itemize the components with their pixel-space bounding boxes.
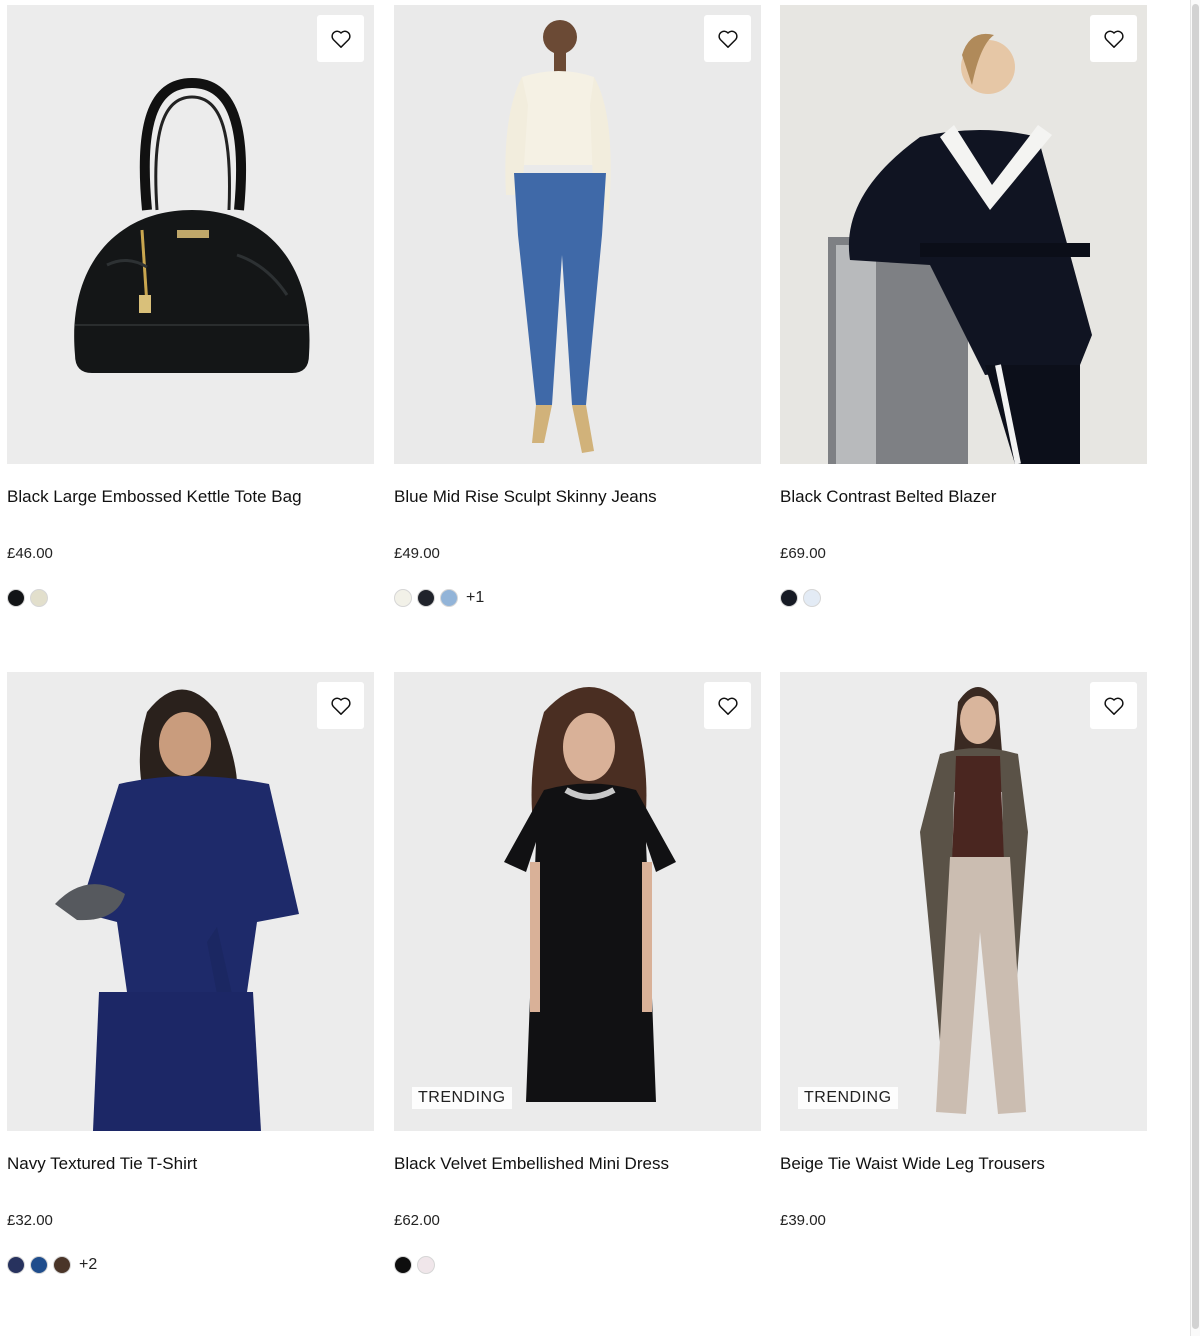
product-price: £39.00 [780,1212,826,1229]
color-swatch[interactable] [394,589,412,607]
product-title[interactable]: Black Velvet Embellished Mini Dress [394,1154,761,1174]
color-swatch[interactable] [30,1256,48,1274]
product-title[interactable]: Black Large Embossed Kettle Tote Bag [7,487,374,507]
more-colors-count[interactable]: +2 [79,1256,97,1274]
product-card[interactable]: Blue Mid Rise Sculpt Skinny Jeans £49.00… [394,5,761,607]
wishlist-button[interactable] [1090,682,1137,729]
color-swatch[interactable] [440,589,458,607]
color-swatches: +1 [394,589,484,607]
color-swatches [780,589,821,607]
product-price: £49.00 [394,545,440,562]
product-price: £62.00 [394,1212,440,1229]
product-price: £32.00 [7,1212,53,1229]
wishlist-button[interactable] [317,15,364,62]
heart-outline-icon [717,697,738,715]
page-scrollbar[interactable] [1190,0,1200,1336]
product-card[interactable]: Black Large Embossed Kettle Tote Bag £46… [7,5,374,607]
trending-badge: TRENDING [412,1087,512,1109]
product-price: £46.00 [7,545,53,562]
color-swatches [394,1256,435,1274]
color-swatches [7,589,48,607]
product-title[interactable]: Blue Mid Rise Sculpt Skinny Jeans [394,487,761,507]
more-colors-count[interactable]: +1 [466,589,484,607]
product-price: £69.00 [780,545,826,562]
wishlist-button[interactable] [1090,15,1137,62]
color-swatches: +2 [7,1256,97,1274]
color-swatch[interactable] [394,1256,412,1274]
product-photo-tote-bag[interactable] [7,5,374,464]
color-swatch[interactable] [7,589,25,607]
wishlist-button[interactable] [704,682,751,729]
color-swatch[interactable] [30,589,48,607]
product-photo-belted-blazer[interactable] [780,5,1147,464]
heart-outline-icon [717,30,738,48]
product-title[interactable]: Beige Tie Waist Wide Leg Trousers [780,1154,1147,1174]
scrollbar-thumb[interactable] [1192,4,1199,1329]
color-swatch[interactable] [417,1256,435,1274]
product-photo-skinny-jeans[interactable] [394,5,761,464]
product-card[interactable]: TRENDING Beige Tie Waist Wide Leg Trouse… [780,672,1147,1229]
heart-outline-icon [1103,697,1124,715]
product-photo-wide-leg-trousers[interactable]: TRENDING [780,672,1147,1131]
trending-badge: TRENDING [798,1087,898,1109]
wishlist-button[interactable] [317,682,364,729]
color-swatch[interactable] [780,589,798,607]
product-title[interactable]: Navy Textured Tie T-Shirt [7,1154,374,1174]
product-card[interactable]: TRENDING Black Velvet Embellished Mini D… [394,672,761,1274]
heart-outline-icon [330,30,351,48]
heart-outline-icon [330,697,351,715]
product-photo-mini-dress[interactable]: TRENDING [394,672,761,1131]
product-card[interactable]: Black Contrast Belted Blazer £69.00 [780,5,1147,607]
wishlist-button[interactable] [704,15,751,62]
color-swatch[interactable] [803,589,821,607]
color-swatch[interactable] [7,1256,25,1274]
product-card[interactable]: Navy Textured Tie T-Shirt £32.00 +2 [7,672,374,1274]
color-swatch[interactable] [53,1256,71,1274]
product-photo-tie-tshirt[interactable] [7,672,374,1131]
product-title[interactable]: Black Contrast Belted Blazer [780,487,1147,507]
heart-outline-icon [1103,30,1124,48]
color-swatch[interactable] [417,589,435,607]
